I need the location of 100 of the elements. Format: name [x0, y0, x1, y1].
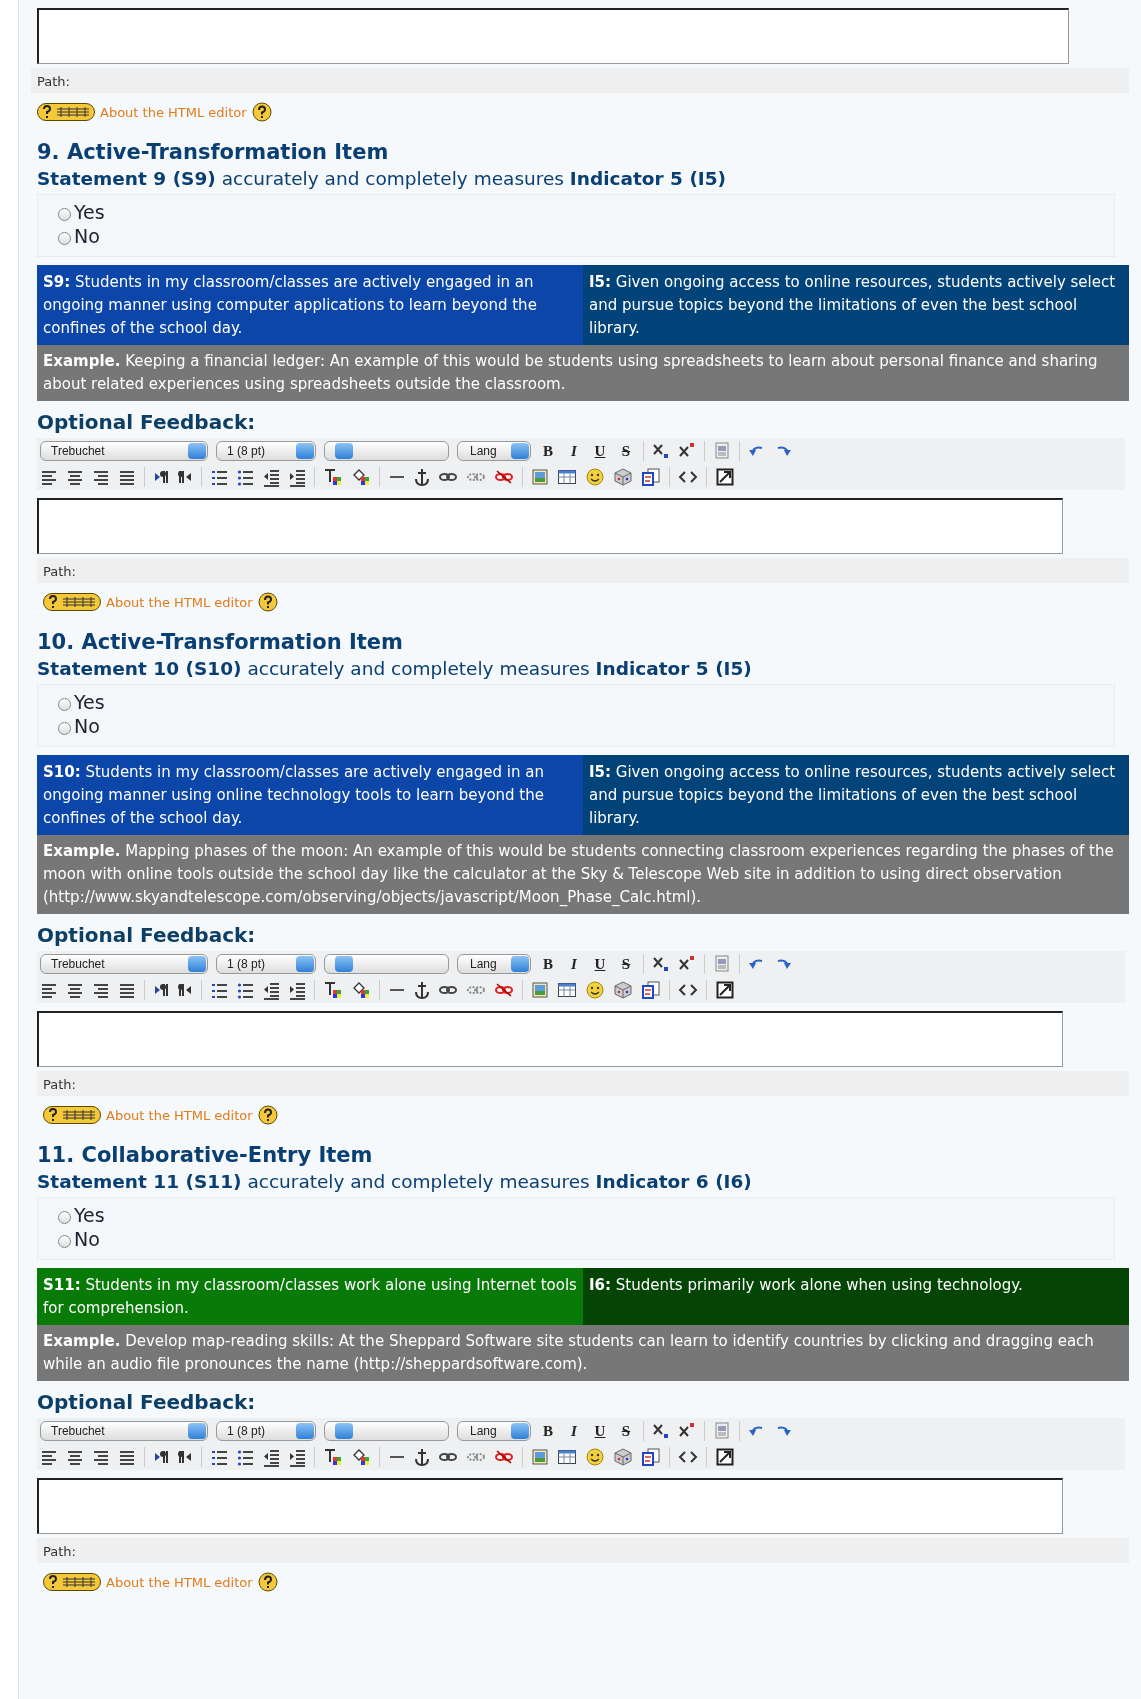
help-badge-icon[interactable]	[43, 1106, 101, 1124]
help-badge-icon[interactable]	[43, 1573, 101, 1591]
outdent-icon[interactable]	[262, 1447, 280, 1467]
radio-button[interactable]	[58, 231, 71, 245]
option-label: Yes	[74, 1204, 105, 1226]
cube-icon[interactable]	[613, 467, 633, 487]
search-replace-icon[interactable]	[641, 467, 661, 487]
remove-link-icon[interactable]	[494, 467, 514, 487]
table-icon[interactable]	[557, 1447, 577, 1467]
text-color-icon[interactable]	[323, 980, 343, 1000]
style-select[interactable]	[324, 1421, 449, 1441]
help-badge-icon[interactable]	[43, 593, 101, 611]
outdent-icon[interactable]	[262, 980, 280, 1000]
help-icon[interactable]	[257, 1105, 278, 1125]
bullet-list-icon[interactable]	[236, 467, 254, 487]
text-area[interactable]	[37, 1011, 1064, 1067]
format-button[interactable]: S	[617, 955, 635, 973]
option-label: No	[74, 1228, 100, 1250]
radio-button[interactable]	[58, 207, 71, 221]
format-button[interactable]: B	[539, 955, 557, 973]
indicator-cell: I6: Students primarily work alone when using technology.	[583, 1268, 1129, 1325]
size-select[interactable]: 1 (8 pt)	[216, 1421, 316, 1441]
example-cell: Example. Mapping phases of the moon: An example of this would be students connecting classroom experiences regarding the phases of the moon with online tools outside the school day like the calculator at the Sky & Telescope Web site in addition to using direct observation (http://www.skyandtelescope.com/observing/objects/javascript/Moon_Phase_Calc.html).	[37, 835, 1129, 914]
format-button[interactable]: I	[565, 955, 583, 973]
example-cell: Example. Keeping a financial ledger: An example of this would be students using spreadsheets to learn about personal finance and sharing about related experiences using spreadsheets outside the classroom.	[37, 345, 1129, 401]
text-area[interactable]	[37, 1478, 1064, 1534]
option-label: Yes	[74, 201, 105, 223]
format-button[interactable]: U	[591, 955, 609, 973]
format-button[interactable]: S	[617, 1422, 635, 1440]
indent-icon[interactable]	[288, 1447, 306, 1467]
format-button[interactable]: I	[565, 442, 583, 460]
bullet-list-icon[interactable]	[236, 1447, 254, 1467]
size-select[interactable]: 1 (8 pt)	[216, 954, 316, 974]
statement-cell: S9: Students in my classroom/classes are actively engaged in an ongoing manner using computer applications to learn beyond the confines of the school day.	[37, 265, 583, 345]
format-button[interactable]: B	[539, 1422, 557, 1440]
help-icon[interactable]	[257, 592, 278, 612]
item-heading: 11. Collaborative-Entry Item	[37, 1143, 374, 1167]
option-label: No	[74, 715, 100, 737]
style-select[interactable]	[324, 954, 449, 974]
smiley-icon[interactable]	[585, 467, 605, 487]
table-icon[interactable]	[557, 980, 577, 1000]
image-icon[interactable]	[531, 1447, 549, 1467]
language-select[interactable]: Lang	[457, 954, 531, 974]
fullscreen-icon[interactable]	[715, 1447, 735, 1467]
statement-cell: S11: Students in my classroom/classes work alone using Internet tools for comprehension.	[37, 1268, 583, 1325]
feedback-label: Optional Feedback:	[37, 410, 257, 434]
option-label: No	[74, 225, 100, 247]
cube-icon[interactable]	[613, 1447, 633, 1467]
text-color-icon[interactable]	[323, 467, 343, 487]
help-icon[interactable]	[257, 1572, 278, 1592]
font-select[interactable]: Trebuchet	[40, 954, 208, 974]
format-button[interactable]: S	[617, 442, 635, 460]
font-select[interactable]: Trebuchet	[40, 441, 208, 461]
format-button[interactable]: I	[565, 1422, 583, 1440]
radio-button[interactable]	[58, 721, 71, 735]
size-select[interactable]: 1 (8 pt)	[216, 441, 316, 461]
language-select[interactable]: Lang	[457, 441, 531, 461]
radio-button[interactable]	[58, 1234, 71, 1248]
remove-link-icon[interactable]	[494, 980, 514, 1000]
cube-icon[interactable]	[613, 980, 633, 1000]
image-icon[interactable]	[531, 467, 549, 487]
outdent-icon[interactable]	[262, 467, 280, 487]
help-icon[interactable]	[251, 102, 272, 122]
smiley-icon[interactable]	[585, 980, 605, 1000]
anchor-icon[interactable]	[414, 467, 430, 487]
help-badge-icon[interactable]	[37, 103, 95, 121]
path-label: Path:	[37, 74, 70, 89]
anchor-icon[interactable]	[414, 980, 430, 1000]
statement-cell: S10: Students in my classroom/classes are actively engaged in an ongoing manner using online technology tools to learn beyond the confines of the school day.	[37, 755, 583, 835]
fill-color-icon[interactable]	[351, 1447, 371, 1467]
indent-icon[interactable]	[288, 980, 306, 1000]
text-area[interactable]	[37, 498, 1064, 554]
anchor-icon[interactable]	[414, 1447, 430, 1467]
statement-text: Statement 10 (S10) accurately and completely measures Indicator 5 (I5)	[37, 658, 753, 679]
text-color-icon[interactable]	[323, 1447, 343, 1467]
text-area[interactable]	[37, 8, 1070, 64]
format-button[interactable]: B	[539, 442, 557, 460]
font-select[interactable]: Trebuchet	[40, 1421, 208, 1441]
fullscreen-icon[interactable]	[715, 980, 735, 1000]
fill-color-icon[interactable]	[351, 467, 371, 487]
remove-link-icon[interactable]	[494, 1447, 514, 1467]
search-replace-icon[interactable]	[641, 1447, 661, 1467]
example-cell: Example. Develop map-reading skills: At the Sheppard Software site students can learn to identify countries by clicking and dragging each while an audio file pronounces the name (http://sheppardsoftware.com).	[37, 1325, 1129, 1381]
image-icon[interactable]	[531, 980, 549, 1000]
statement-text: Statement 11 (S11) accurately and completely measures Indicator 6 (I6)	[37, 1171, 753, 1192]
fill-color-icon[interactable]	[351, 980, 371, 1000]
format-button[interactable]: U	[591, 1422, 609, 1440]
path-label: Path:	[43, 1544, 76, 1559]
language-select[interactable]: Lang	[457, 1421, 531, 1441]
bullet-list-icon[interactable]	[236, 980, 254, 1000]
table-icon[interactable]	[557, 467, 577, 487]
path-label: Path:	[43, 1077, 76, 1092]
format-button[interactable]: U	[591, 442, 609, 460]
indent-icon[interactable]	[288, 467, 306, 487]
radio-button[interactable]	[58, 1210, 71, 1224]
style-select[interactable]	[324, 441, 449, 461]
radio-button[interactable]	[58, 697, 71, 711]
search-replace-icon[interactable]	[641, 980, 661, 1000]
fullscreen-icon[interactable]	[715, 467, 735, 487]
smiley-icon[interactable]	[585, 1447, 605, 1467]
